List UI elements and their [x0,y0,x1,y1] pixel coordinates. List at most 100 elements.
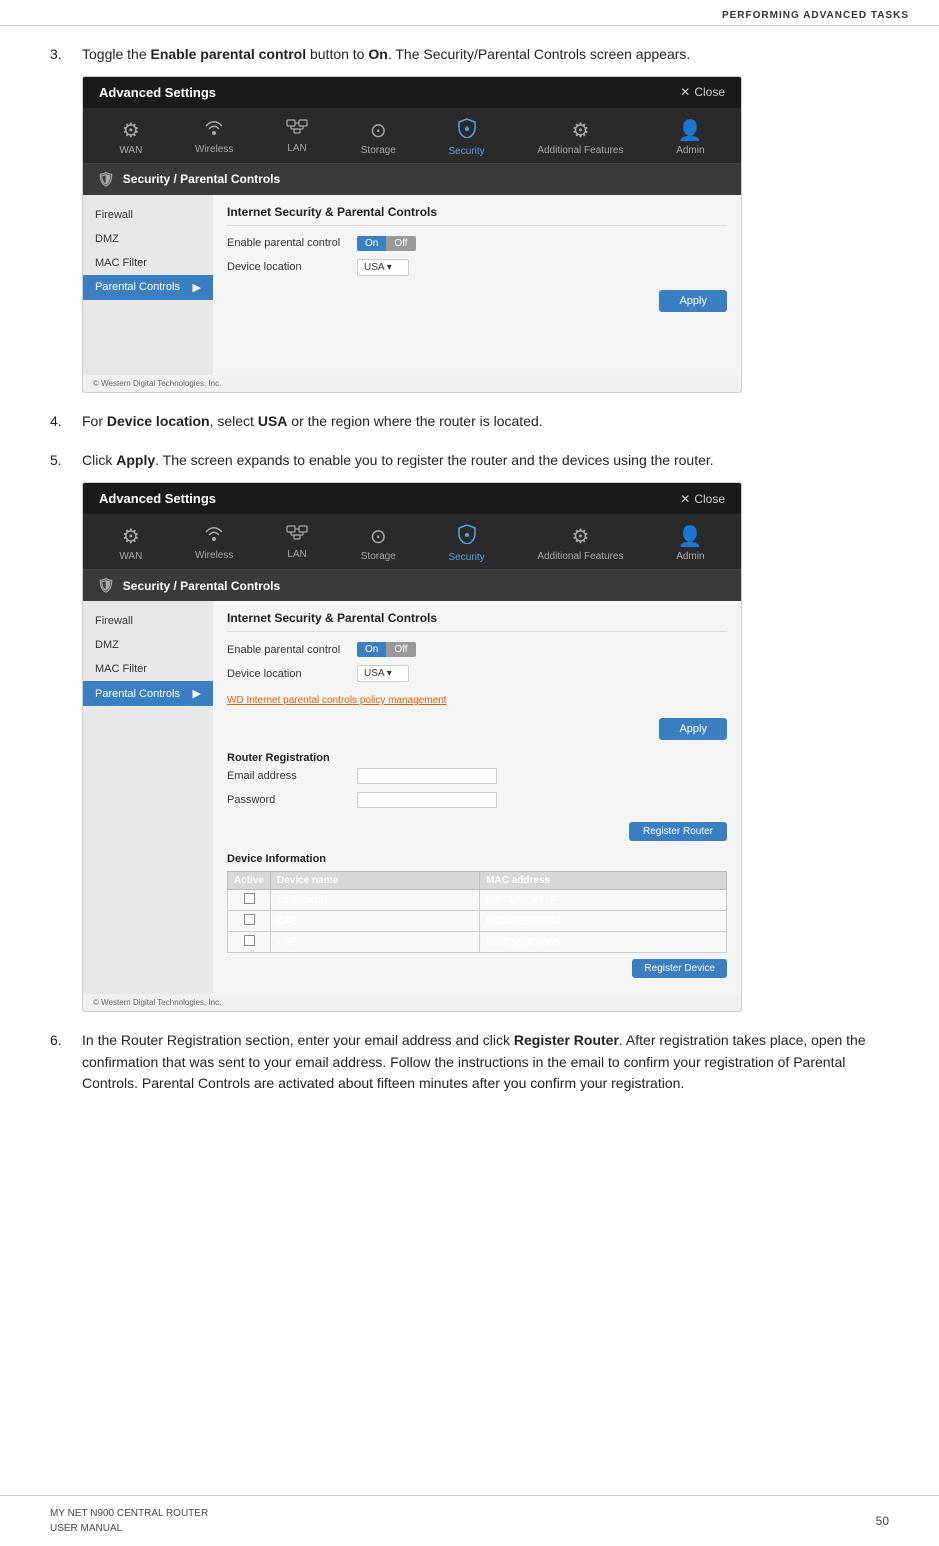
nav-wan-2[interactable]: ⚙ WAN [111,522,150,565]
location-select-2[interactable]: USA ▾ [357,665,409,682]
nav-security-1[interactable]: Security [441,116,493,159]
enable-label-2: Enable parental control [227,644,347,656]
password-input[interactable] [357,792,497,808]
nav-storage-1[interactable]: ⊙ Storage [353,116,404,159]
nav-storage-label-2: Storage [361,551,396,562]
location-select-1[interactable]: USA ▾ [357,259,409,276]
device-table: Active Device name MAC address (unknown)… [227,871,727,953]
page-footer: MY NET N900 CENTRAL ROUTER USER MANUAL 5… [0,1495,939,1546]
nav-additional-label-1: Additional Features [537,145,623,156]
register-device-btn[interactable]: Register Device [632,959,727,978]
step-3-line: 3. Toggle the Enable parental control bu… [50,44,889,66]
nav-additional-1[interactable]: ⚙ Additional Features [529,116,631,159]
adv-close-btn-1[interactable]: ✕ Close [680,85,725,99]
nav-wireless-label-1: Wireless [195,144,233,155]
close-label-2: Close [694,492,725,506]
footer-1: © Western Digital Technologies, Inc. [83,375,741,392]
nav-admin-1[interactable]: 👤 Admin [668,116,712,159]
router-reg-title: Router Registration [227,752,727,764]
nav-wireless-1[interactable]: Wireless [187,116,241,159]
table-row: CAE BC305BBC0365 [228,932,727,953]
form-row-location-2: Device location USA ▾ [227,665,727,682]
toggle-group-2[interactable]: On Off [357,642,416,657]
form-row-password: Password [227,792,727,808]
screenshot-1: Advanced Settings ✕ Close ⚙ WAN [82,76,742,393]
menu-macfilter-2[interactable]: MAC Filter [83,657,213,681]
checkbox-2[interactable] [244,914,255,925]
additional-icon-1: ⚙ [571,118,589,143]
nav-storage-2[interactable]: ⊙ Storage [353,522,404,565]
table-row: (unknown) 8887179CB79F [228,890,727,911]
close-label-1: Close [694,85,725,99]
parental-link[interactable]: WD Internet parental controls policy man… [227,695,447,706]
checkbox-3[interactable] [244,935,255,946]
form-row-enable-1: Enable parental control On Off [227,236,727,251]
footer-manual-sub: USER MANUAL [50,1523,122,1534]
menu-parental-2[interactable]: Parental Controls ▶ [83,681,213,706]
active-cell-2 [228,911,271,932]
section-title-1: Security / Parental Controls [123,172,280,186]
close-x-icon-2: ✕ [680,492,690,506]
toggle-off-1[interactable]: Off [386,236,415,251]
step-4-block: 4. For Device location, select USA or th… [50,411,889,433]
checkbox-1[interactable] [244,893,255,904]
step-5-text: Click Apply. The screen expands to enabl… [82,450,714,472]
email-input[interactable] [357,768,497,784]
menu-firewall-2[interactable]: Firewall [83,609,213,633]
menu-dmz-2[interactable]: DMZ [83,633,213,657]
nav-wireless-label-2: Wireless [195,550,233,561]
menu-dmz-1[interactable]: DMZ [83,227,213,251]
adv-header-2: Advanced Settings ✕ Close [83,483,741,514]
nav-admin-label-2: Admin [676,551,704,562]
register-router-btn[interactable]: Register Router [629,822,727,841]
footer-manual-title: MY NET N900 CENTRAL ROUTER [50,1508,208,1519]
menu-parental-1[interactable]: Parental Controls ▶ [83,275,213,300]
apply-btn-1[interactable]: Apply [659,290,727,312]
adv-close-btn-2[interactable]: ✕ Close [680,492,725,506]
nav-wan-label-1: WAN [119,145,142,156]
nav-wan-label-2: WAN [119,551,142,562]
step-6-block: 6. In the Router Registration section, e… [50,1030,889,1095]
toggle-on-1[interactable]: On [357,236,386,251]
nav-wireless-2[interactable]: Wireless [187,522,241,565]
apply-btn-2[interactable]: Apply [659,718,727,740]
page-content: 3. Toggle the Enable parental control bu… [0,26,939,1143]
toggle-group-1[interactable]: On Off [357,236,416,251]
nav-security-2[interactable]: Security [441,522,493,565]
adv-header-title-1: Advanced Settings [99,85,216,100]
apply-row-2: Apply [227,712,727,746]
nav-additional-2[interactable]: ⚙ Additional Features [529,522,631,565]
nav-admin-2[interactable]: 👤 Admin [668,522,712,565]
nav-wan-1[interactable]: ⚙ WAN [111,116,150,159]
menu-macfilter-1[interactable]: MAC Filter [83,251,213,275]
nav-lan-1[interactable]: LAN [278,116,316,159]
step-4-num: 4. [50,411,74,433]
password-label: Password [227,794,347,806]
lan-icon-1 [286,118,308,141]
security-icon-2 [458,524,476,550]
section-header-2: 🛡 Security / Parental Controls [83,570,741,601]
nav-security-label-2: Security [449,552,485,563]
right-panel-2: Internet Security & Parental Controls En… [213,601,741,994]
step-3-text: Toggle the Enable parental control butto… [82,44,690,66]
col-active: Active [228,872,271,890]
nav-security-label-1: Security [449,146,485,157]
toggle-on-2[interactable]: On [357,642,386,657]
wan-icon-2: ⚙ [122,524,140,549]
toggle-off-2[interactable]: Off [386,642,415,657]
adv-nav-2: ⚙ WAN Wireless LAN [83,514,741,570]
screenshot-2: Advanced Settings ✕ Close ⚙ WAN [82,482,742,1012]
location-label-2: Device location [227,668,347,680]
nav-additional-label-2: Additional Features [537,551,623,562]
mac-1: 8887179CB79F [480,890,727,911]
step-3-num: 3. [50,44,74,66]
menu-arrow-1: ▶ [193,281,201,294]
nav-lan-2[interactable]: LAN [278,522,316,565]
footer-page-num: 50 [876,1514,889,1528]
section-title-2: Security / Parental Controls [123,579,280,593]
footer-2: © Western Digital Technologies, Inc. [83,994,741,1011]
menu-firewall-1[interactable]: Firewall [83,203,213,227]
header-title: PERFORMING ADVANCED TASKS [722,10,909,21]
step-5-line: 5. Click Apply. The screen expands to en… [50,450,889,472]
step-3-block: 3. Toggle the Enable parental control bu… [50,44,889,393]
